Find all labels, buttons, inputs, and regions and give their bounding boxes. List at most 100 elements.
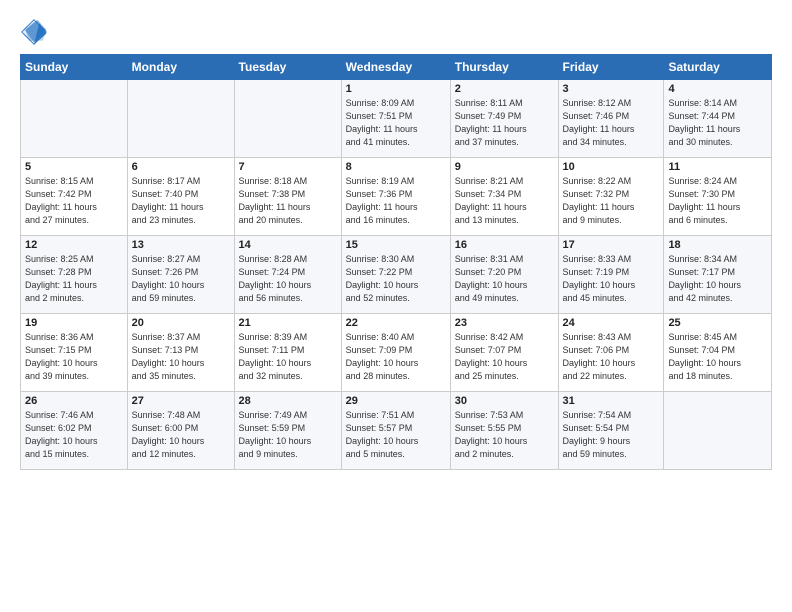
calendar-cell: 24 Sunrise: 8:43 AM Sunset: 7:06 PM Dayli… bbox=[558, 314, 664, 392]
calendar-header-row: SundayMondayTuesdayWednesdayThursdayFrid… bbox=[21, 55, 772, 80]
day-number: 21 bbox=[239, 317, 337, 329]
col-header-wednesday: Wednesday bbox=[341, 55, 450, 80]
day-number: 29 bbox=[346, 395, 446, 407]
calendar-cell: 19 Sunrise: 8:36 AM Sunset: 7:15 PM Dayli… bbox=[21, 314, 128, 392]
day-number: 6 bbox=[132, 161, 230, 173]
calendar-cell: 4 Sunrise: 8:14 AM Sunset: 7:44 PM Daylig… bbox=[664, 80, 772, 158]
day-info: Sunrise: 8:18 AM Sunset: 7:38 PM Dayligh… bbox=[239, 175, 337, 227]
calendar-cell: 28Sunrise: 7:49 AM Sunset: 5:59 PM Dayli… bbox=[234, 392, 341, 470]
day-number: 17 bbox=[563, 239, 660, 251]
day-number: 13 bbox=[132, 239, 230, 251]
calendar-cell: 21 Sunrise: 8:39 AM Sunset: 7:11 PM Dayli… bbox=[234, 314, 341, 392]
day-number: 10 bbox=[563, 161, 660, 173]
calendar-table: SundayMondayTuesdayWednesdayThursdayFrid… bbox=[20, 54, 772, 470]
day-info: Sunrise: 8:33 AM Sunset: 7:19 PM Dayligh… bbox=[563, 253, 660, 305]
day-info: Sunrise: 8:28 AM Sunset: 7:24 PM Dayligh… bbox=[239, 253, 337, 305]
day-number: 11 bbox=[668, 161, 767, 173]
calendar-cell: 1 Sunrise: 8:09 AM Sunset: 7:51 PM Daylig… bbox=[341, 80, 450, 158]
calendar-cell: 29Sunrise: 7:51 AM Sunset: 5:57 PM Dayli… bbox=[341, 392, 450, 470]
day-number: 2 bbox=[455, 83, 554, 95]
calendar-cell: 31 Sunrise: 7:54 AM Sunset: 5:54 PM Dayli… bbox=[558, 392, 664, 470]
day-info: Sunrise: 8:27 AM Sunset: 7:26 PM Dayligh… bbox=[132, 253, 230, 305]
col-header-tuesday: Tuesday bbox=[234, 55, 341, 80]
logo-icon bbox=[20, 18, 48, 46]
day-number: 27 bbox=[132, 395, 230, 407]
day-info: Sunrise: 8:12 AM Sunset: 7:46 PM Dayligh… bbox=[563, 97, 660, 149]
day-number: 8 bbox=[346, 161, 446, 173]
calendar-week-1: 1 Sunrise: 8:09 AM Sunset: 7:51 PM Daylig… bbox=[21, 80, 772, 158]
col-header-sunday: Sunday bbox=[21, 55, 128, 80]
day-info: Sunrise: 7:46 AM Sunset: 6:02 PM Dayligh… bbox=[25, 409, 123, 461]
day-number: 19 bbox=[25, 317, 123, 329]
col-header-thursday: Thursday bbox=[450, 55, 558, 80]
calendar-cell: 9Sunrise: 8:21 AM Sunset: 7:34 PM Daylig… bbox=[450, 158, 558, 236]
day-info: Sunrise: 8:45 AM Sunset: 7:04 PM Dayligh… bbox=[668, 331, 767, 383]
calendar-cell: 22Sunrise: 8:40 AM Sunset: 7:09 PM Dayli… bbox=[341, 314, 450, 392]
header bbox=[20, 18, 772, 46]
calendar-cell bbox=[127, 80, 234, 158]
calendar-cell: 11Sunrise: 8:24 AM Sunset: 7:30 PM Dayli… bbox=[664, 158, 772, 236]
day-number: 28 bbox=[239, 395, 337, 407]
calendar-week-2: 5 Sunrise: 8:15 AM Sunset: 7:42 PM Daylig… bbox=[21, 158, 772, 236]
calendar-week-5: 26Sunrise: 7:46 AM Sunset: 6:02 PM Dayli… bbox=[21, 392, 772, 470]
day-number: 1 bbox=[346, 83, 446, 95]
day-info: Sunrise: 7:53 AM Sunset: 5:55 PM Dayligh… bbox=[455, 409, 554, 461]
calendar-cell: 2 Sunrise: 8:11 AM Sunset: 7:49 PM Daylig… bbox=[450, 80, 558, 158]
day-info: Sunrise: 8:30 AM Sunset: 7:22 PM Dayligh… bbox=[346, 253, 446, 305]
day-number: 23 bbox=[455, 317, 554, 329]
day-number: 16 bbox=[455, 239, 554, 251]
day-number: 25 bbox=[668, 317, 767, 329]
day-info: Sunrise: 7:48 AM Sunset: 6:00 PM Dayligh… bbox=[132, 409, 230, 461]
calendar-cell: 25 Sunrise: 8:45 AM Sunset: 7:04 PM Dayli… bbox=[664, 314, 772, 392]
day-info: Sunrise: 8:19 AM Sunset: 7:36 PM Dayligh… bbox=[346, 175, 446, 227]
day-info: Sunrise: 8:31 AM Sunset: 7:20 PM Dayligh… bbox=[455, 253, 554, 305]
day-info: Sunrise: 8:43 AM Sunset: 7:06 PM Dayligh… bbox=[563, 331, 660, 383]
day-number: 9 bbox=[455, 161, 554, 173]
calendar-cell: 20Sunrise: 8:37 AM Sunset: 7:13 PM Dayli… bbox=[127, 314, 234, 392]
logo bbox=[20, 18, 52, 46]
calendar-cell bbox=[21, 80, 128, 158]
calendar-cell: 26Sunrise: 7:46 AM Sunset: 6:02 PM Dayli… bbox=[21, 392, 128, 470]
day-number: 18 bbox=[668, 239, 767, 251]
calendar-cell: 8 Sunrise: 8:19 AM Sunset: 7:36 PM Daylig… bbox=[341, 158, 450, 236]
calendar-cell: 6 Sunrise: 8:17 AM Sunset: 7:40 PM Daylig… bbox=[127, 158, 234, 236]
day-number: 15 bbox=[346, 239, 446, 251]
day-info: Sunrise: 8:14 AM Sunset: 7:44 PM Dayligh… bbox=[668, 97, 767, 149]
day-number: 24 bbox=[563, 317, 660, 329]
day-info: Sunrise: 8:40 AM Sunset: 7:09 PM Dayligh… bbox=[346, 331, 446, 383]
calendar-cell: 30 Sunrise: 7:53 AM Sunset: 5:55 PM Dayli… bbox=[450, 392, 558, 470]
col-header-monday: Monday bbox=[127, 55, 234, 80]
calendar-cell bbox=[234, 80, 341, 158]
day-number: 20 bbox=[132, 317, 230, 329]
calendar-cell: 16 Sunrise: 8:31 AM Sunset: 7:20 PM Dayli… bbox=[450, 236, 558, 314]
day-number: 30 bbox=[455, 395, 554, 407]
day-number: 4 bbox=[668, 83, 767, 95]
calendar-cell: 23 Sunrise: 8:42 AM Sunset: 7:07 PM Dayli… bbox=[450, 314, 558, 392]
calendar-cell: 27 Sunrise: 7:48 AM Sunset: 6:00 PM Dayli… bbox=[127, 392, 234, 470]
day-number: 12 bbox=[25, 239, 123, 251]
day-info: Sunrise: 8:22 AM Sunset: 7:32 PM Dayligh… bbox=[563, 175, 660, 227]
day-info: Sunrise: 8:09 AM Sunset: 7:51 PM Dayligh… bbox=[346, 97, 446, 149]
calendar-week-3: 12 Sunrise: 8:25 AM Sunset: 7:28 PM Dayli… bbox=[21, 236, 772, 314]
day-info: Sunrise: 8:11 AM Sunset: 7:49 PM Dayligh… bbox=[455, 97, 554, 149]
day-info: Sunrise: 7:54 AM Sunset: 5:54 PM Dayligh… bbox=[563, 409, 660, 461]
col-header-saturday: Saturday bbox=[664, 55, 772, 80]
day-number: 3 bbox=[563, 83, 660, 95]
day-info: Sunrise: 8:42 AM Sunset: 7:07 PM Dayligh… bbox=[455, 331, 554, 383]
calendar-cell: 13 Sunrise: 8:27 AM Sunset: 7:26 PM Dayli… bbox=[127, 236, 234, 314]
day-info: Sunrise: 8:36 AM Sunset: 7:15 PM Dayligh… bbox=[25, 331, 123, 383]
day-number: 5 bbox=[25, 161, 123, 173]
calendar-cell: 3 Sunrise: 8:12 AM Sunset: 7:46 PM Daylig… bbox=[558, 80, 664, 158]
calendar-cell bbox=[664, 392, 772, 470]
day-info: Sunrise: 8:17 AM Sunset: 7:40 PM Dayligh… bbox=[132, 175, 230, 227]
day-info: Sunrise: 8:15 AM Sunset: 7:42 PM Dayligh… bbox=[25, 175, 123, 227]
day-info: Sunrise: 8:39 AM Sunset: 7:11 PM Dayligh… bbox=[239, 331, 337, 383]
day-number: 14 bbox=[239, 239, 337, 251]
day-number: 7 bbox=[239, 161, 337, 173]
calendar-cell: 15 Sunrise: 8:30 AM Sunset: 7:22 PM Dayli… bbox=[341, 236, 450, 314]
calendar-cell: 12 Sunrise: 8:25 AM Sunset: 7:28 PM Dayli… bbox=[21, 236, 128, 314]
day-info: Sunrise: 8:25 AM Sunset: 7:28 PM Dayligh… bbox=[25, 253, 123, 305]
calendar-cell: 10 Sunrise: 8:22 AM Sunset: 7:32 PM Dayli… bbox=[558, 158, 664, 236]
calendar-cell: 14 Sunrise: 8:28 AM Sunset: 7:24 PM Dayli… bbox=[234, 236, 341, 314]
day-number: 31 bbox=[563, 395, 660, 407]
